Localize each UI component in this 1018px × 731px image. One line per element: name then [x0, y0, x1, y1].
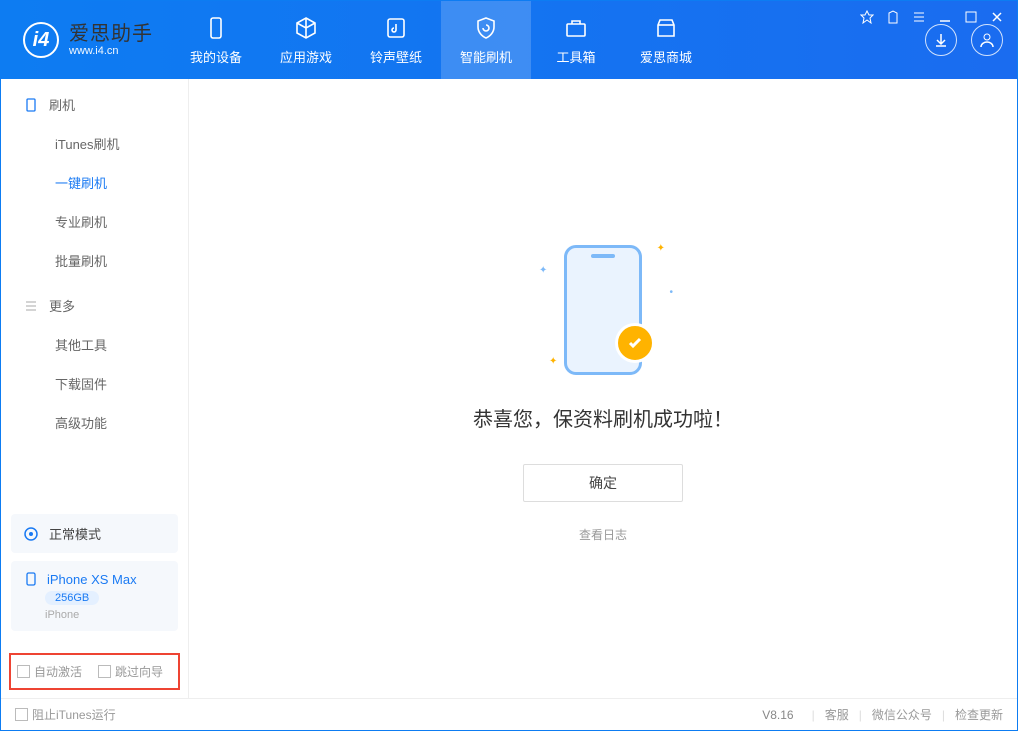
device-storage-badge: 256GB	[45, 591, 99, 605]
phone-outline-icon	[23, 97, 39, 113]
phone-icon	[203, 15, 229, 41]
footer-link-support[interactable]: 客服	[825, 706, 849, 723]
close-icon[interactable]	[989, 9, 1005, 25]
shield-refresh-icon	[473, 15, 499, 41]
sidebar-item-pro-flash[interactable]: 专业刷机	[1, 202, 188, 241]
success-message: 恭喜您，保资料刷机成功啦！	[473, 403, 733, 432]
check-icon	[615, 323, 655, 363]
minimize-icon[interactable]	[937, 9, 953, 25]
skin-icon[interactable]	[885, 9, 901, 25]
tab-label: 工具箱	[556, 47, 595, 66]
device-name: iPhone XS Max	[47, 572, 137, 587]
sidebar-section-more: 更多	[1, 280, 188, 325]
checkbox-block-itunes[interactable]: 阻止iTunes运行	[15, 706, 116, 723]
sidebar-item-oneclick-flash[interactable]: 一键刷机	[1, 163, 188, 202]
checkbox-auto-activate[interactable]: 自动激活	[17, 663, 82, 680]
tab-label: 铃声壁纸	[370, 47, 422, 66]
maximize-icon[interactable]	[963, 9, 979, 25]
sidebar-item-batch-flash[interactable]: 批量刷机	[1, 241, 188, 280]
tab-ringtone-wallpaper[interactable]: 铃声壁纸	[351, 1, 441, 79]
checkbox-skip-guide[interactable]: 跳过向导	[98, 663, 163, 680]
tab-toolbox[interactable]: 工具箱	[531, 1, 621, 79]
mode-indicator: 正常模式	[11, 514, 178, 553]
music-icon	[383, 15, 409, 41]
store-icon	[653, 15, 679, 41]
tab-label: 爱思商城	[640, 47, 692, 66]
version-label: V8.16	[762, 708, 793, 722]
ok-button[interactable]: 确定	[523, 464, 683, 502]
logo-icon: i4	[23, 22, 59, 58]
app-url: www.i4.cn	[69, 45, 153, 57]
tab-my-device[interactable]: 我的设备	[171, 1, 261, 79]
sidebar-item-download-firmware[interactable]: 下载固件	[1, 364, 188, 403]
app-name: 爱思助手	[69, 23, 153, 45]
app-logo: i4 爱思助手 www.i4.cn	[1, 1, 171, 79]
device-type: iPhone	[45, 609, 79, 621]
settings-icon[interactable]	[859, 9, 875, 25]
tab-store[interactable]: 爱思商城	[621, 1, 711, 79]
device-info[interactable]: iPhone XS Max 256GB iPhone	[11, 561, 178, 631]
toolbox-icon	[563, 15, 589, 41]
download-button[interactable]	[925, 24, 957, 56]
tab-label: 应用游戏	[280, 47, 332, 66]
sidebar-section-flash: 刷机	[1, 79, 188, 124]
footer-link-update[interactable]: 检查更新	[955, 706, 1003, 723]
sidebar-item-other-tools[interactable]: 其他工具	[1, 325, 188, 364]
footer-link-wechat[interactable]: 微信公众号	[872, 706, 932, 723]
tab-apps-games[interactable]: 应用游戏	[261, 1, 351, 79]
success-illustration: ✦✦✦•	[523, 235, 683, 385]
tab-smart-flash[interactable]: 智能刷机	[441, 1, 531, 79]
device-icon	[23, 571, 39, 587]
tab-label: 智能刷机	[460, 47, 512, 66]
options-highlight-box: 自动激活 跳过向导	[9, 653, 180, 690]
mode-label: 正常模式	[49, 524, 101, 543]
view-log-link[interactable]: 查看日志	[579, 526, 627, 543]
sidebar-item-itunes-flash[interactable]: iTunes刷机	[1, 124, 188, 163]
sidebar-item-advanced[interactable]: 高级功能	[1, 403, 188, 442]
menu-icon[interactable]	[911, 9, 927, 25]
tab-label: 我的设备	[190, 47, 242, 66]
cube-icon	[293, 15, 319, 41]
mode-icon	[23, 526, 39, 542]
list-icon	[23, 298, 39, 314]
user-button[interactable]	[971, 24, 1003, 56]
